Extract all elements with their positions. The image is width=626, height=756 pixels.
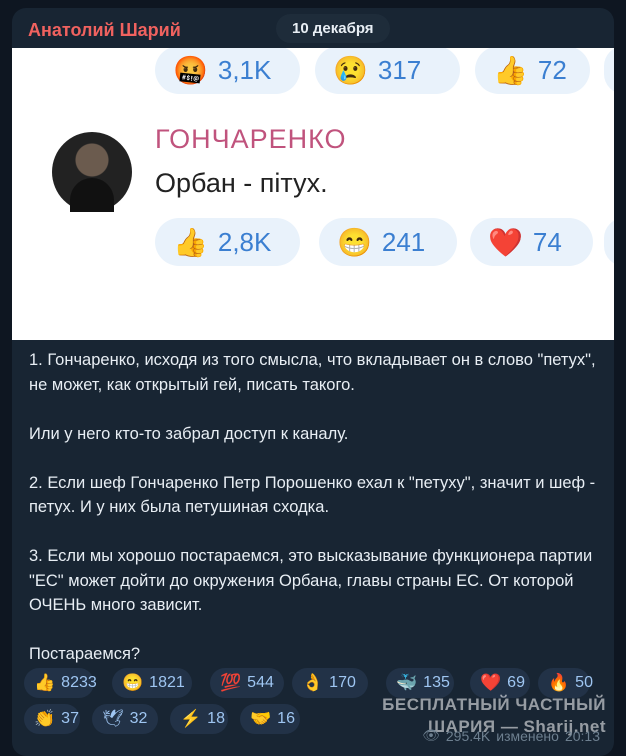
grinning-icon: 😁 [122,673,144,692]
angry-emoji-icon: 🤬 [173,54,208,86]
thumbs-up-emoji-icon: 👍 [173,226,208,258]
reaction-count: 16 [277,710,295,727]
reaction-count: 544 [247,674,274,691]
reaction-count: 8233 [61,674,97,691]
lightning-icon: ⚡ [180,709,202,728]
whale-icon: 🐳 [396,673,418,692]
reaction-button[interactable]: 💯 544 [210,668,284,698]
reaction-button[interactable]: 👌 170 [292,668,368,698]
message-text: 1. Гончаренко, исходя из того смысла, чт… [29,348,601,691]
views-count: 295.4K [445,727,491,744]
screenshot-reaction-count: 241 [381,226,426,257]
screenshot-reaction-count: 74 [532,226,562,257]
fire-icon: 🔥 [548,673,570,692]
edited-label: изменено [496,727,559,744]
handshake-icon: 🤝 [250,709,272,728]
crying-emoji-icon: 😢 [333,54,368,86]
author-name[interactable]: Анатолий Шарий [28,20,181,41]
heart-emoji-icon: ❤️ [488,226,523,258]
screenshot-reaction-count: 3,1K [217,54,272,85]
message-paragraph: Или у него кто-то забрал доступ к каналу… [29,424,349,443]
hundred-icon: 💯 [220,673,242,692]
reaction-button[interactable]: 🤝 16 [240,704,300,734]
heart-icon: ❤️ [480,673,502,692]
screenshot-reaction-count: 317 [377,54,422,85]
reaction-count: 32 [129,710,148,727]
reaction-count: 50 [575,674,593,691]
screenshot-reaction-pill [604,48,614,94]
reaction-count: 69 [507,674,525,691]
avatar [52,132,132,212]
clap-icon: 👏 [34,709,56,728]
screenshot-reaction-pill: 😢 317 [315,48,460,94]
reaction-button[interactable]: 😁 1821 [112,668,192,698]
eye-icon: 👁 [422,727,440,743]
screenshot-reaction-pill: 👍 72 [475,48,590,94]
reaction-count: 37 [61,710,79,727]
screenshot-reaction-pill [604,218,614,266]
message-paragraph: 3. Если мы хорошо постараемся, это выска… [29,547,593,614]
screenshot-reaction-pill: 👍 2,8K [155,218,300,266]
reaction-button[interactable]: 🕊 32 [92,704,158,734]
thumbs-up-icon: 👍 [34,673,56,692]
reaction-count: 135 [423,674,450,691]
thumbs-up-emoji-icon: 👍 [493,54,528,86]
reaction-button[interactable]: 👍 8233 [24,668,97,698]
screenshot-reaction-pill: 😁 241 [319,218,457,266]
message-paragraph: 1. Гончаренко, исходя из того смысла, чт… [29,351,596,394]
screenshot-reaction-count: 72 [537,54,567,85]
reaction-count: 170 [329,674,356,691]
reaction-count: 18 [207,710,225,727]
message-time: 20:13 [564,727,600,744]
message-card: Анатолий Шарий 10 декабря 🤬 3,1K 😢 317 👍 72 Г… [12,8,614,756]
dove-icon: 🕊 [102,709,124,728]
message-meta: 👁 295.4K изменено 20:13 [422,727,600,744]
screenshot-post-text: Орбан - пітух. [155,168,328,198]
screenshot-reaction-count: 2,8K [217,226,272,257]
date-badge: 10 декабря [276,14,390,43]
reaction-button[interactable]: 👏 37 [24,704,80,734]
grinning-emoji-icon: 😁 [337,226,372,258]
watermark-line: БЕСПЛАТНЫЙ ЧАСТНЫЙ [382,695,606,714]
screenshot-reaction-pill: 🤬 3,1K [155,48,300,94]
screenshot-author-name: ГОНЧАРЕНКО [155,124,347,154]
ok-hand-icon: 👌 [302,673,324,692]
embedded-screenshot[interactable]: 🤬 3,1K 😢 317 👍 72 ГОНЧАРЕНКО Орбан - пітух. 👍… [12,48,614,340]
screenshot-reaction-pill: ❤️ 74 [470,218,593,266]
message-paragraph: Постараемся? [29,645,141,663]
reaction-count: 1821 [149,674,185,691]
reaction-button[interactable]: ⚡ 18 [170,704,228,734]
message-paragraph: 2. Если шеф Гончаренко Петр Порошенко ех… [29,473,596,517]
